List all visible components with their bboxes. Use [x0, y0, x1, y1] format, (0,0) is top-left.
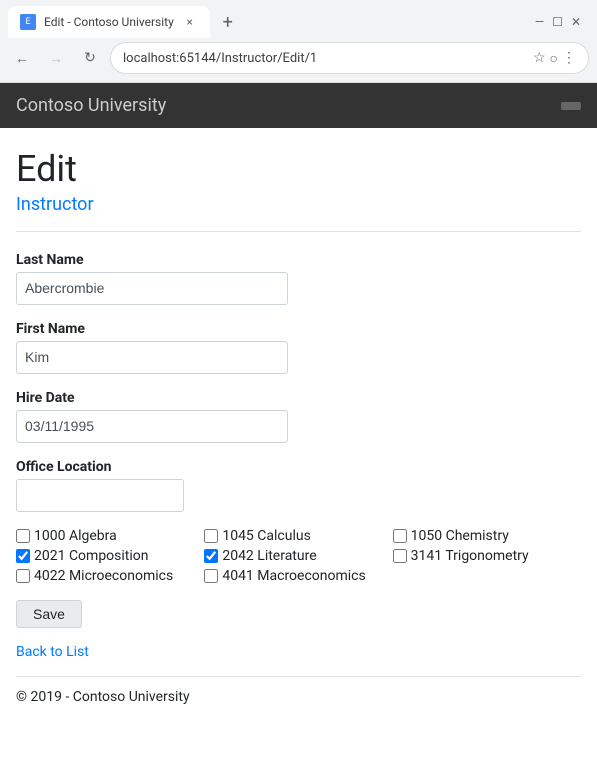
first-name-group: First Name: [16, 321, 581, 374]
course-checkbox-1045[interactable]: [204, 529, 218, 543]
save-button[interactable]: Save: [16, 600, 82, 628]
first-name-label: First Name: [16, 321, 581, 337]
new-tab-button[interactable]: +: [214, 8, 242, 36]
course-label-2042: 2042 Literature: [222, 548, 316, 564]
office-location-label: Office Location: [16, 459, 581, 475]
list-item: 1000 Algebra: [16, 528, 204, 544]
address-bar: ← → ↻ localhost:65144/Instructor/Edit/1 …: [0, 38, 597, 82]
forward-button[interactable]: →: [42, 44, 70, 72]
browser-tab[interactable]: E Edit - Contoso University ×: [8, 6, 210, 38]
list-item: 3141 Trigonometry: [393, 548, 581, 564]
maximize-button[interactable]: ☐: [552, 16, 563, 28]
refresh-button[interactable]: ↻: [76, 44, 104, 72]
office-location-group: Office Location: [16, 459, 581, 512]
menu-icon[interactable]: ⋮: [562, 50, 576, 66]
last-name-input[interactable]: [16, 272, 288, 305]
list-item: 2042 Literature: [204, 548, 392, 564]
browser-chrome: E Edit - Contoso University × + — ☐ ✕ ← …: [0, 0, 597, 83]
tab-title: Edit - Contoso University: [44, 15, 174, 29]
header-button[interactable]: [561, 102, 581, 110]
course-label-4022: 4022 Microeconomics: [34, 568, 173, 584]
url-bar[interactable]: localhost:65144/Instructor/Edit/1 ☆ ○ ⋮: [110, 42, 589, 74]
courses-grid: 1000 Algebra 1045 Calculus 1050 Chemistry 2…: [16, 528, 581, 584]
list-item: 4022 Microeconomics: [16, 568, 204, 584]
hire-date-input[interactable]: [16, 410, 288, 443]
list-item: 4041 Macroeconomics: [204, 568, 392, 584]
course-label-1000: 1000 Algebra: [34, 528, 117, 544]
list-item: 2021 Composition: [16, 548, 204, 564]
footer-divider: [16, 676, 581, 677]
url-icons: ☆ ○ ⋮: [533, 50, 576, 67]
first-name-input[interactable]: [16, 341, 288, 374]
url-text: localhost:65144/Instructor/Edit/1: [123, 51, 527, 66]
tab-favicon: E: [20, 14, 36, 30]
hire-date-group: Hire Date: [16, 390, 581, 443]
course-checkbox-4022[interactable]: [16, 569, 30, 583]
hire-date-label: Hire Date: [16, 390, 581, 406]
list-item: 1050 Chemistry: [393, 528, 581, 544]
tab-close-button[interactable]: ×: [182, 14, 198, 30]
footer-copyright: © 2019 - Contoso University: [16, 689, 581, 721]
window-controls: — ☐ ✕: [535, 16, 589, 28]
course-checkbox-3141[interactable]: [393, 549, 407, 563]
course-checkbox-4041[interactable]: [204, 569, 218, 583]
page-subheading: Instructor: [16, 194, 581, 215]
course-checkbox-2042[interactable]: [204, 549, 218, 563]
page-content: Edit Instructor Last Name First Name Hir…: [0, 128, 597, 741]
course-label-1045: 1045 Calculus: [222, 528, 310, 544]
app-header: Contoso University: [0, 83, 597, 128]
course-label-1050: 1050 Chemistry: [411, 528, 509, 544]
minimize-button[interactable]: —: [535, 16, 544, 28]
course-checkbox-1000[interactable]: [16, 529, 30, 543]
list-item: 1045 Calculus: [204, 528, 392, 544]
course-checkbox-2021[interactable]: [16, 549, 30, 563]
course-label-4041: 4041 Macroeconomics: [222, 568, 365, 584]
bookmark-icon[interactable]: ☆: [533, 50, 546, 66]
top-divider: [16, 231, 581, 232]
office-location-input[interactable]: [16, 479, 184, 512]
account-icon[interactable]: ○: [550, 50, 558, 67]
app-title: Contoso University: [16, 95, 166, 116]
course-label-2021: 2021 Composition: [34, 548, 149, 564]
course-label-3141: 3141 Trigonometry: [411, 548, 529, 564]
last-name-label: Last Name: [16, 252, 581, 268]
back-to-list-link[interactable]: Back to List: [16, 644, 581, 660]
back-button[interactable]: ←: [8, 44, 36, 72]
last-name-group: Last Name: [16, 252, 581, 305]
title-bar: E Edit - Contoso University × + — ☐ ✕: [0, 0, 597, 38]
close-button[interactable]: ✕: [571, 16, 581, 28]
course-checkbox-1050[interactable]: [393, 529, 407, 543]
page-title: Edit: [16, 148, 581, 190]
